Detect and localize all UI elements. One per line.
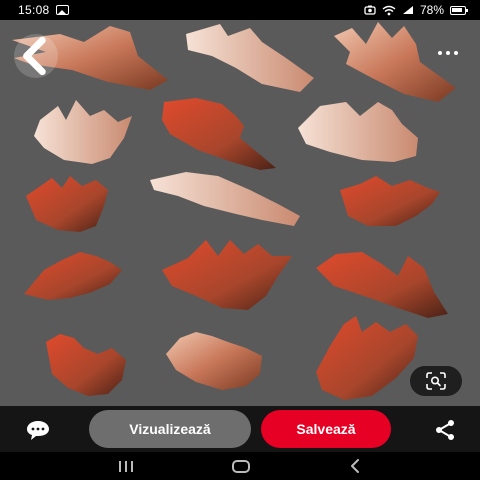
save-button[interactable]: Salvează [261,410,391,448]
recent-apps-icon[interactable] [119,460,134,472]
more-options-icon [454,51,458,55]
comment-button[interactable] [24,418,52,442]
back-icon[interactable] [349,459,361,473]
status-bar: 15:08 78% [0,0,480,20]
battery-icon [450,5,468,15]
hands-reference-image [0,20,480,406]
action-bar: Vizualizează Salvează [0,406,480,452]
more-options-button[interactable] [430,40,466,66]
status-time: 15:08 [18,3,50,17]
battery-percent: 78% [419,3,444,17]
back-button[interactable] [14,34,58,78]
more-options-icon [446,51,450,55]
visit-button[interactable]: Vizualizează [89,410,251,448]
comment-icon [27,421,49,440]
visual-search-icon [426,372,446,390]
status-left: 15:08 [18,3,69,17]
pin-image[interactable] [0,20,480,406]
wifi-icon [382,5,396,15]
gallery-icon [55,5,69,15]
share-icon [436,420,454,440]
visual-search-button[interactable] [410,366,462,396]
home-icon[interactable] [231,459,250,473]
status-right: 78% [364,3,468,17]
back-arrow-icon [23,36,46,76]
more-options-icon [438,51,442,55]
system-nav-bar [0,452,480,480]
screenshot-icon [364,5,376,15]
signal-icon [402,6,413,14]
share-button[interactable] [432,417,458,443]
